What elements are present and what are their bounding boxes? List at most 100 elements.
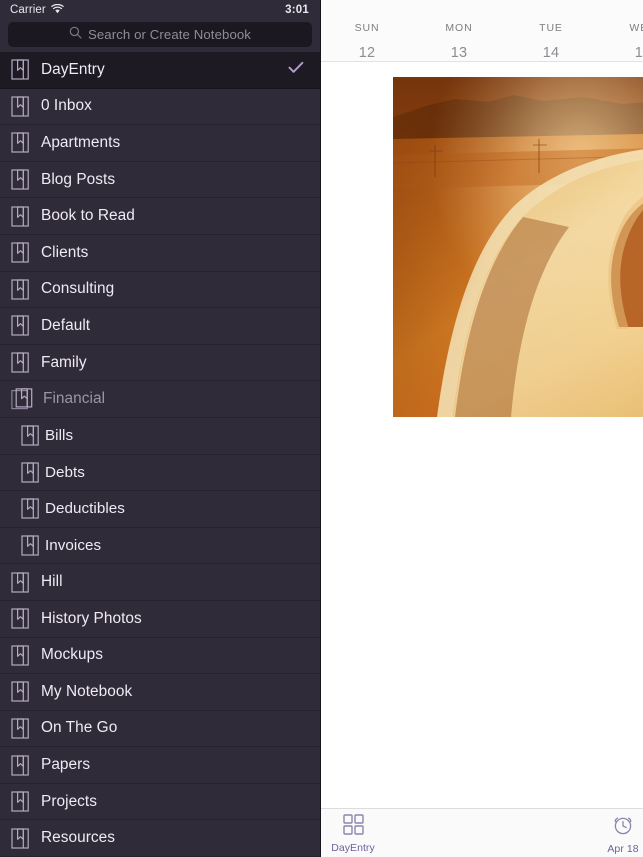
- sidebar-item-papers[interactable]: Papers: [0, 747, 320, 784]
- sidebar-item-financial[interactable]: Financial: [0, 381, 320, 418]
- sidebar-item-dayentry[interactable]: DayEntry: [0, 52, 320, 89]
- sidebar-item-label: Bills: [45, 427, 74, 445]
- checkmark-icon: [288, 61, 304, 79]
- sidebar-item-hill[interactable]: Hill: [0, 564, 320, 601]
- notebook-icon: [10, 717, 31, 739]
- calendar-day-tue[interactable]: TUE 14: [505, 22, 597, 61]
- notebook-icon: [10, 132, 31, 154]
- calendar-day-number: 13: [450, 45, 468, 61]
- sidebar-item-blog-posts[interactable]: Blog Posts: [0, 161, 320, 199]
- app-root: Carrier 3:01 Search or Create Notebook D…: [0, 0, 643, 857]
- clock-icon: [612, 814, 634, 841]
- sidebar-item-label: Deductibles: [45, 500, 125, 518]
- calendar-day-strip[interactable]: SUN 12 MON 13 TUE 14 WED 15: [321, 0, 643, 61]
- sidebar-item-label: Resources: [41, 829, 116, 847]
- notebook-icon-glyph: [11, 608, 29, 629]
- calendar-day-sun[interactable]: SUN 12: [321, 22, 413, 61]
- sunset-road-photo[interactable]: [393, 77, 643, 417]
- notebook-icon: [10, 205, 31, 227]
- notebook-icon-glyph: [11, 169, 29, 190]
- notebook-icon-glyph: [11, 681, 29, 702]
- notebook-icon: [10, 352, 31, 374]
- sidebar-item-apartments[interactable]: Apartments: [0, 125, 320, 162]
- notebook-icon-glyph: [11, 59, 29, 80]
- sidebar-item-default[interactable]: Default: [0, 308, 320, 345]
- search-placeholder: Search or Create Notebook: [87, 26, 252, 42]
- calendar-day-name: SUN: [354, 22, 380, 34]
- sidebar-item-label: My Notebook: [41, 682, 133, 700]
- sidebar-item-label: On The Go: [41, 719, 118, 737]
- sidebar-item-projects[interactable]: Projects: [0, 783, 320, 821]
- notebook-icon: [20, 535, 41, 557]
- toolbar-date-button[interactable]: Apr 18: [599, 814, 643, 855]
- notebook-list[interactable]: DayEntry 0 Inbox Apartments Blog Posts Book …: [0, 52, 320, 857]
- sidebar-item-bills[interactable]: Bills: [0, 417, 320, 455]
- sidebar-item-my-notebook[interactable]: My Notebook: [0, 674, 320, 711]
- status-bar-left: Carrier: [10, 3, 64, 17]
- notebook-icon: [10, 278, 31, 300]
- notebook-icon-glyph: [21, 498, 39, 520]
- calendar-day-mon[interactable]: MON 13: [413, 22, 505, 61]
- notebook-icon: [20, 425, 41, 447]
- sidebar-item-debts[interactable]: Debts: [0, 454, 320, 492]
- sidebar-item-family[interactable]: Family: [0, 344, 320, 382]
- search-input[interactable]: Search or Create Notebook: [8, 21, 312, 47]
- sidebar-item-0-inbox[interactable]: 0 Inbox: [0, 88, 320, 126]
- calendar-day-name: MON: [445, 22, 473, 34]
- notebook-icon-glyph: [11, 718, 29, 739]
- notebook-icon: [10, 791, 31, 813]
- sidebar-item-resources[interactable]: Resources: [0, 820, 320, 857]
- notebook-icon: [10, 754, 31, 776]
- notebook-icon: [10, 59, 31, 81]
- entry-content-area: [321, 62, 643, 808]
- day-entry-detail-pane: SUN 12 MON 13 TUE 14 WED 15: [321, 0, 643, 857]
- sidebar-item-label: Blog Posts: [41, 170, 116, 188]
- notebook-icon: [20, 461, 41, 483]
- sidebar-item-consulting[interactable]: Consulting: [0, 271, 320, 309]
- notebooks-sidebar: Carrier 3:01 Search or Create Notebook D…: [0, 0, 321, 857]
- calendar-day-name: WED: [629, 22, 643, 34]
- sidebar-item-clients[interactable]: Clients: [0, 234, 320, 272]
- search-bar-container: Search or Create Notebook: [0, 20, 320, 52]
- notebook-icon: [10, 315, 31, 337]
- notebook-icon-glyph: [21, 425, 39, 446]
- sidebar-item-on-the-go[interactable]: On The Go: [0, 710, 320, 748]
- notebook-icon-glyph: [21, 462, 39, 483]
- carrier-label: Carrier: [10, 4, 46, 16]
- sidebar-item-mockups[interactable]: Mockups: [0, 637, 320, 675]
- sidebar-item-label: Clients: [41, 243, 89, 261]
- notebook-icon: [20, 498, 41, 520]
- notebook-icon-glyph: [11, 279, 29, 300]
- toolbar-dayentry-label: DayEntry: [331, 842, 375, 854]
- sidebar-item-history-photos[interactable]: History Photos: [0, 600, 320, 638]
- sidebar-item-label: 0 Inbox: [41, 97, 92, 115]
- checkmark-icon-glyph: [288, 61, 304, 73]
- notebook-icon: [10, 827, 31, 849]
- notebook-icon-glyph: [11, 754, 29, 776]
- notebook-icon-glyph: [11, 206, 29, 227]
- calendar-day-wed[interactable]: WED 15: [597, 22, 643, 61]
- sidebar-item-label: History Photos: [41, 609, 142, 627]
- sidebar-item-label: Invoices: [45, 537, 102, 555]
- status-bar: Carrier 3:01: [0, 0, 320, 20]
- sidebar-item-label: Financial: [43, 390, 106, 408]
- calendar-day-name: TUE: [539, 22, 563, 34]
- sidebar-item-book-to-read[interactable]: Book to Read: [0, 198, 320, 235]
- sidebar-item-deductibles[interactable]: Deductibles: [0, 491, 320, 528]
- sidebar-item-invoices[interactable]: Invoices: [0, 527, 320, 565]
- sidebar-item-label: DayEntry: [41, 60, 105, 78]
- notebook-icon-glyph: [11, 791, 29, 812]
- wifi-icon: [51, 3, 64, 17]
- notebook-icon: [10, 571, 31, 593]
- calendar-week-header[interactable]: SUN 12 MON 13 TUE 14 WED 15: [321, 0, 643, 62]
- notebook-icon-glyph: [11, 352, 29, 373]
- status-bar-time: 3:01: [285, 4, 309, 16]
- notebook-icon-glyph: [11, 132, 29, 154]
- calendar-day-number: 15: [634, 45, 643, 61]
- notebook-icon-glyph: [11, 242, 29, 263]
- sidebar-item-label: Projects: [41, 792, 97, 810]
- toolbar-dayentry-button[interactable]: DayEntry: [327, 812, 379, 854]
- notebook-icon: [10, 242, 31, 264]
- notebook-icon-glyph: [11, 828, 29, 849]
- toolbar-date-label: Apr 18: [607, 843, 639, 855]
